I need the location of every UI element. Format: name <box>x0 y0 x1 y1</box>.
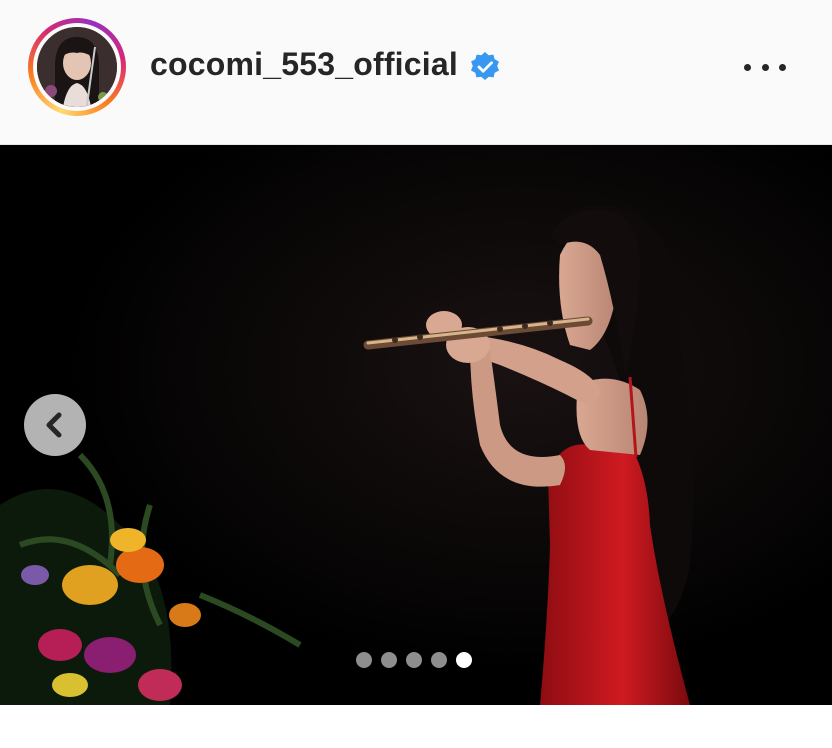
post-photo <box>0 145 832 705</box>
more-dot <box>761 63 769 71</box>
post-header: cocomi_553_official <box>0 0 832 145</box>
avatar-image <box>37 27 117 107</box>
avatar[interactable] <box>37 27 117 107</box>
carousel-prev-button[interactable] <box>24 394 86 456</box>
carousel-dot <box>381 652 397 668</box>
more-options-button[interactable] <box>744 52 786 82</box>
verified-badge-icon <box>471 52 499 80</box>
username[interactable]: cocomi_553_official <box>150 46 458 83</box>
carousel-indicator <box>356 652 472 668</box>
story-ring[interactable] <box>28 18 126 116</box>
carousel-dot <box>406 652 422 668</box>
chevron-left-icon <box>46 412 62 438</box>
carousel-dot <box>431 652 447 668</box>
more-dot <box>779 63 786 71</box>
carousel-dot <box>356 652 372 668</box>
more-dot <box>744 63 751 71</box>
post-footer <box>0 705 832 748</box>
carousel-dot-active <box>456 652 472 668</box>
post-media[interactable] <box>0 145 832 705</box>
